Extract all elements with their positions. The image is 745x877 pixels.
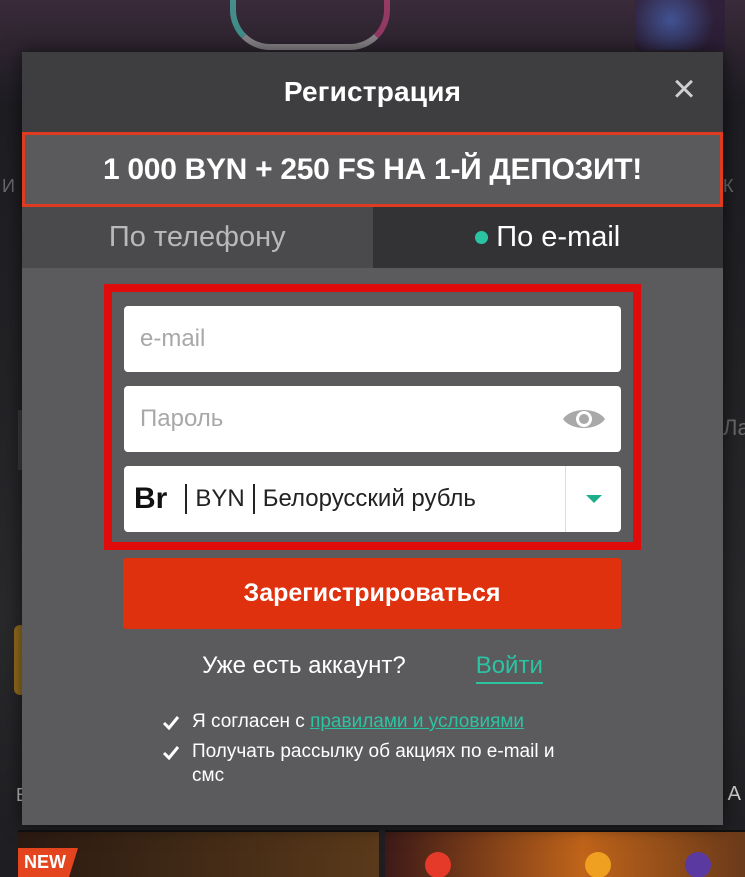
terms-prefix: Я согласен с xyxy=(192,711,305,732)
promo-banner: 1 000 BYN + 250 FS НА 1-Й ДЕПОЗИТ! xyxy=(22,132,723,207)
terms-link[interactable]: правилами и условиями xyxy=(310,711,524,732)
background-character-art xyxy=(635,0,725,50)
tab-label: По телефону xyxy=(108,221,286,253)
new-badge: NEW xyxy=(18,848,78,877)
terms-consent: Я согласен с правилами и условиями xyxy=(162,710,582,734)
tab-by-email[interactable]: По e-mail xyxy=(372,207,723,268)
currency-symbol: Br xyxy=(134,482,168,515)
background-text-edge: Ла xyxy=(723,415,745,440)
modal-header: Регистрация × xyxy=(22,52,723,132)
divider xyxy=(252,484,255,514)
terms-text: Я согласен с правилами и условиями xyxy=(192,710,524,734)
registration-form-highlight: Br BYN Белорусский рубль xyxy=(104,284,641,550)
login-row: Уже есть аккаунт? Войти xyxy=(22,652,723,684)
currency-select[interactable]: Br BYN Белорусский рубль xyxy=(124,466,621,532)
active-dot-icon xyxy=(475,231,489,244)
background-logo-art xyxy=(230,0,390,50)
currency-code: BYN xyxy=(195,485,245,512)
checkmark-icon[interactable] xyxy=(162,744,180,762)
cherry-icon xyxy=(424,852,451,877)
chevron-down-icon xyxy=(585,495,602,503)
background-menu-edge-left: И xyxy=(2,176,15,196)
currency-dropdown-toggle[interactable] xyxy=(565,466,621,532)
password-input[interactable] xyxy=(140,386,621,452)
password-field[interactable] xyxy=(124,386,621,452)
eye-icon[interactable] xyxy=(561,404,607,434)
consent-checkboxes: Я согласен с правилами и условиями Получ… xyxy=(162,710,582,788)
email-field[interactable] xyxy=(124,306,621,372)
newsletter-text: Получать рассылку об акциях по e-mail и … xyxy=(192,741,555,786)
tab-by-phone[interactable]: По телефону xyxy=(22,207,373,268)
registration-tabs: По телефону По e-mail xyxy=(22,207,723,268)
promo-text: 1 000 BYN + 250 FS НА 1-Й ДЕПОЗИТ! xyxy=(103,152,642,186)
register-button[interactable]: Зарегистрироваться xyxy=(123,558,621,629)
game-thumbnail[interactable]: NEW xyxy=(18,830,379,877)
registration-modal: Регистрация × 1 000 BYN + 250 FS НА 1-Й … xyxy=(22,52,723,825)
currency-name: Белорусский рубль xyxy=(262,485,476,512)
game-thumbnails: NEW xyxy=(18,830,745,877)
login-link[interactable]: Войти xyxy=(475,652,543,684)
divider xyxy=(185,484,188,514)
background-menu-edge-right: К xyxy=(723,176,734,196)
background-game-title-right: А xyxy=(727,783,741,805)
game-thumbnail[interactable] xyxy=(384,830,745,877)
newsletter-consent: Получать рассылку об акциях по e-mail и … xyxy=(162,740,582,788)
grape-icon xyxy=(684,852,711,877)
checkmark-icon[interactable] xyxy=(162,714,180,732)
modal-title: Регистрация xyxy=(283,76,462,107)
orange-icon xyxy=(584,852,611,877)
have-account-text: Уже есть аккаунт? xyxy=(202,652,406,679)
tab-label: По e-mail xyxy=(496,221,621,253)
close-icon[interactable]: × xyxy=(667,69,701,109)
email-input[interactable] xyxy=(140,306,621,372)
